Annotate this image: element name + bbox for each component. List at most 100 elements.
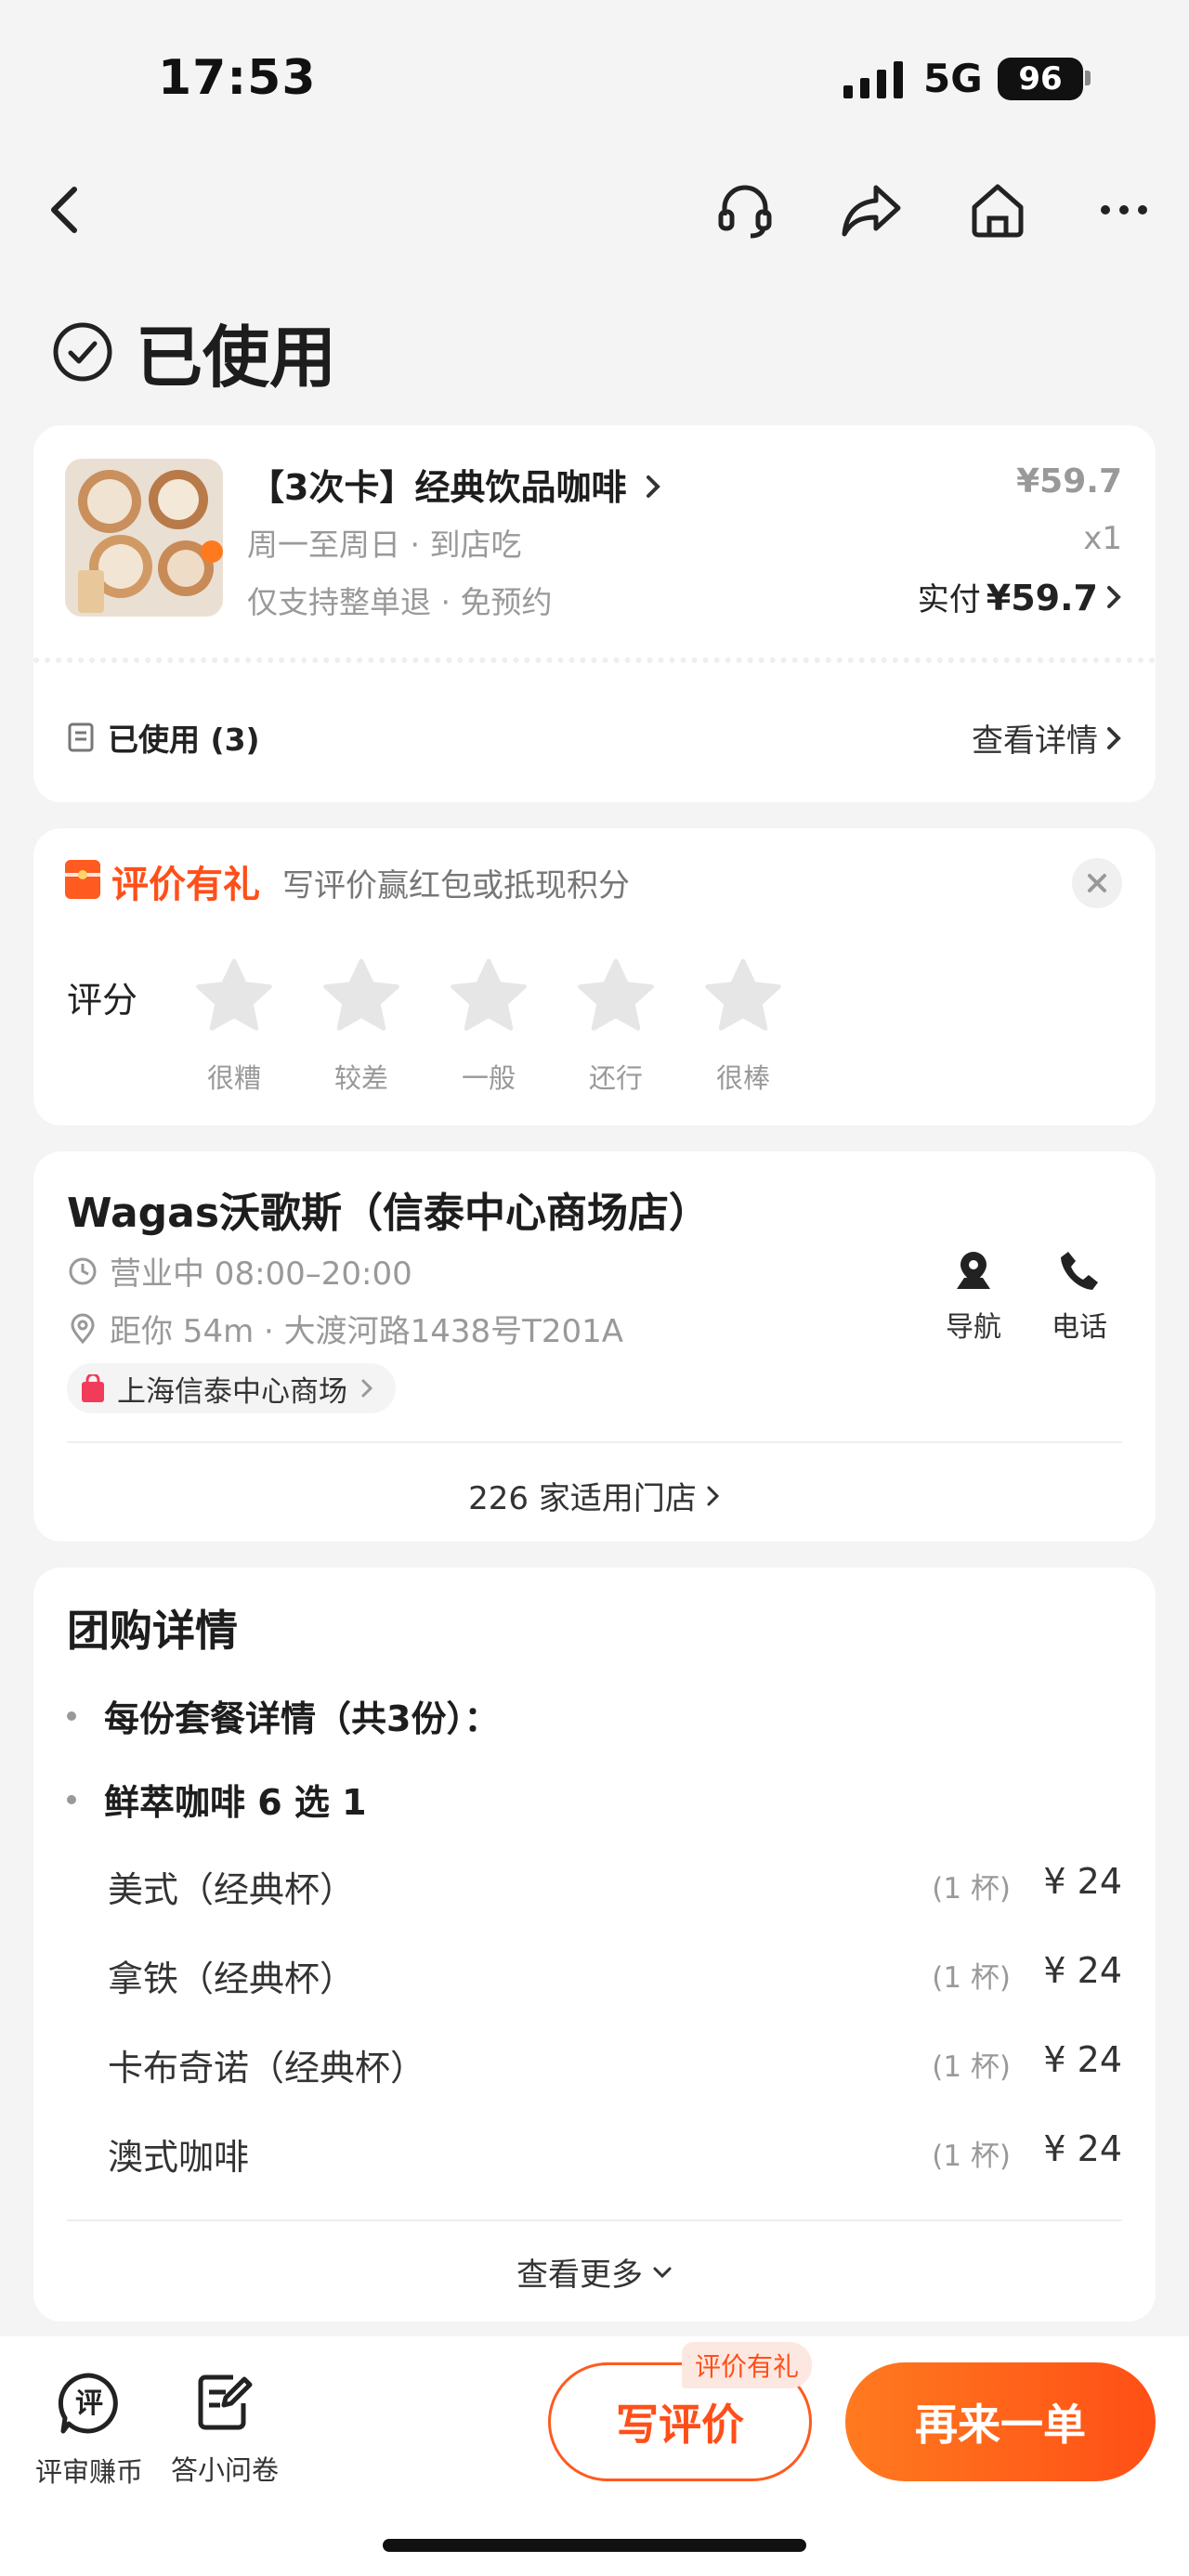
share-button[interactable]	[834, 173, 908, 247]
rating-label: 评分	[67, 980, 138, 1021]
menu-item-count: (1 杯)	[932, 1872, 1011, 1906]
review-reward-badge: 评价有礼	[682, 2342, 813, 2388]
menu-item-name: 卡布奇诺（经典杯）	[108, 2048, 426, 2088]
store-name[interactable]: Wagas沃歌斯（信泰中心商场店）	[67, 1179, 710, 1239]
product-image	[65, 459, 223, 617]
view-details-label: 查看详情	[972, 722, 1098, 760]
phone-icon	[1061, 1252, 1098, 1290]
close-button[interactable]	[1072, 858, 1122, 908]
navigate-button[interactable]: 导航	[927, 1248, 1020, 1345]
star-label: 很棒	[715, 1062, 770, 1094]
product-name: 【3次卡】经典饮品咖啡	[249, 467, 627, 508]
back-button[interactable]	[26, 173, 100, 247]
customer-service-button[interactable]	[708, 173, 782, 247]
home-button[interactable]	[960, 173, 1035, 247]
star-2[interactable]: 较差	[315, 955, 408, 1096]
divider	[67, 1441, 1122, 1443]
product-schedule: 周一至周日 · 到店吃	[247, 527, 522, 563]
more-button[interactable]	[1087, 173, 1161, 247]
see-more-button[interactable]: 查看更多	[33, 2249, 1156, 2295]
star-label: 还行	[588, 1062, 643, 1094]
chevron-right-icon	[361, 1379, 373, 1398]
used-count: 已使用 (3)	[67, 715, 260, 760]
bullet	[67, 1794, 76, 1804]
battery-icon: 96	[998, 58, 1083, 100]
product-name-link[interactable]: 【3次卡】经典饮品咖啡	[249, 459, 661, 510]
chevron-right-icon	[1107, 586, 1121, 608]
order-card[interactable]: 【3次卡】经典饮品咖啡 周一至周日 · 到店吃 仅支持整单退 · 免预约 ¥59…	[33, 425, 1156, 802]
bullet	[67, 1711, 76, 1721]
star-icon	[451, 958, 527, 1031]
home-icon	[972, 184, 1024, 238]
group-details-card: 团购详情 每份套餐详情（共3份）： 鲜萃咖啡 6 选 1 美式（经典杯） (1 …	[33, 1568, 1156, 2322]
check-circle-icon	[53, 322, 112, 381]
clock-icon	[69, 1257, 97, 1284]
review-icon-char: 评	[75, 2387, 103, 2420]
survey-label: 答小问卷	[170, 2454, 279, 2486]
package-summary-text: 每份套餐详情（共3份）：	[104, 1698, 500, 1739]
star-5[interactable]: 很棒	[697, 955, 790, 1096]
status-time: 17:53	[158, 50, 317, 106]
menu-item-price: ¥ 24	[1043, 2128, 1122, 2169]
more-icon	[1101, 205, 1147, 215]
navigation-pin-icon	[957, 1252, 990, 1289]
paid-label: 实付	[917, 581, 981, 618]
product-qty: x1	[1083, 520, 1122, 557]
star-icon	[705, 958, 781, 1031]
page-title: 已使用	[136, 319, 337, 397]
menu-item-count: (1 杯)	[932, 1961, 1011, 1995]
perforation-divider	[33, 657, 1156, 663]
paid-amount-link[interactable]: 实付 ¥59.7	[918, 574, 1122, 619]
survey-button[interactable]: 答小问卷	[160, 2372, 290, 2488]
see-more-label: 查看更多	[516, 2257, 643, 2294]
battery-tip	[1085, 71, 1091, 85]
applicable-stores-label: 226 家适用门店	[468, 1480, 697, 1517]
review-earn-coins-button[interactable]: 评 评审赚币	[24, 2372, 154, 2490]
menu-item-name: 澳式咖啡	[108, 2137, 250, 2178]
store-card: Wagas沃歌斯（信泰中心商场店） 营业中 08:00–20:00 距你 54m…	[33, 1151, 1156, 1542]
store-address-row: 距你 54m · 大渡河路1438号T201A	[67, 1306, 623, 1351]
navigate-label: 导航	[946, 1311, 1001, 1344]
star-3[interactable]: 一般	[442, 955, 535, 1096]
review-promo-subtitle: 写评价赢红包或抵现积分	[282, 867, 630, 904]
chevron-right-icon	[707, 1486, 719, 1505]
applicable-stores-link[interactable]: 226 家适用门店	[33, 1473, 1156, 1518]
headset-icon	[718, 185, 772, 239]
star-4[interactable]: 还行	[569, 955, 662, 1096]
paid-amount: ¥59.7	[986, 578, 1098, 618]
mall-chip[interactable]: 上海信泰中心商场	[67, 1363, 396, 1413]
choice-rule-text: 鲜萃咖啡 6 选 1	[104, 1782, 367, 1823]
call-button[interactable]: 电话	[1033, 1248, 1126, 1345]
choice-rule: 鲜萃咖啡 6 选 1	[67, 1774, 367, 1825]
menu-item-price: ¥ 24	[1043, 1950, 1122, 1991]
star-1[interactable]: 很糟	[188, 955, 281, 1096]
order-again-label: 再来一单	[915, 2400, 1086, 2450]
star-icon	[578, 958, 654, 1031]
package-summary: 每份套餐详情（共3份）：	[67, 1690, 499, 1741]
divider	[67, 2219, 1122, 2221]
menu-item-count: (1 杯)	[932, 2050, 1011, 2084]
star-icon	[323, 958, 399, 1031]
review-coin-icon: 评	[58, 2373, 118, 2434]
star-icon	[196, 958, 272, 1031]
status-title-row: 已使用	[52, 303, 336, 400]
review-earn-coins-label: 评审赚币	[34, 2456, 143, 2488]
menu-item-price: ¥ 24	[1043, 2039, 1122, 2080]
order-again-button[interactable]: 再来一单	[845, 2362, 1156, 2481]
mall-name: 上海信泰中心商场	[117, 1374, 347, 1409]
group-details-title: 团购详情	[67, 1606, 238, 1656]
product-policy: 仅支持整单退 · 免预约	[247, 584, 553, 620]
menu-item-count: (1 杯)	[932, 2140, 1011, 2173]
review-promo-title: 评价有礼	[111, 864, 260, 906]
survey-edit-icon	[198, 2374, 253, 2430]
review-card: 评价有礼 写评价赢红包或抵现积分 评分 很糟 较差 一般 还行 很棒	[33, 828, 1156, 1125]
share-icon	[842, 185, 901, 237]
call-label: 电话	[1052, 1311, 1107, 1344]
used-label: 已使用 (3)	[108, 722, 260, 758]
network-label: 5G	[923, 56, 983, 101]
view-details-link[interactable]: 查看详情	[972, 715, 1122, 761]
battery-level: 96	[1018, 60, 1063, 98]
location-pin-icon	[71, 1313, 95, 1344]
store-hours: 营业中 08:00–20:00	[110, 1255, 412, 1293]
gift-icon	[65, 860, 100, 899]
